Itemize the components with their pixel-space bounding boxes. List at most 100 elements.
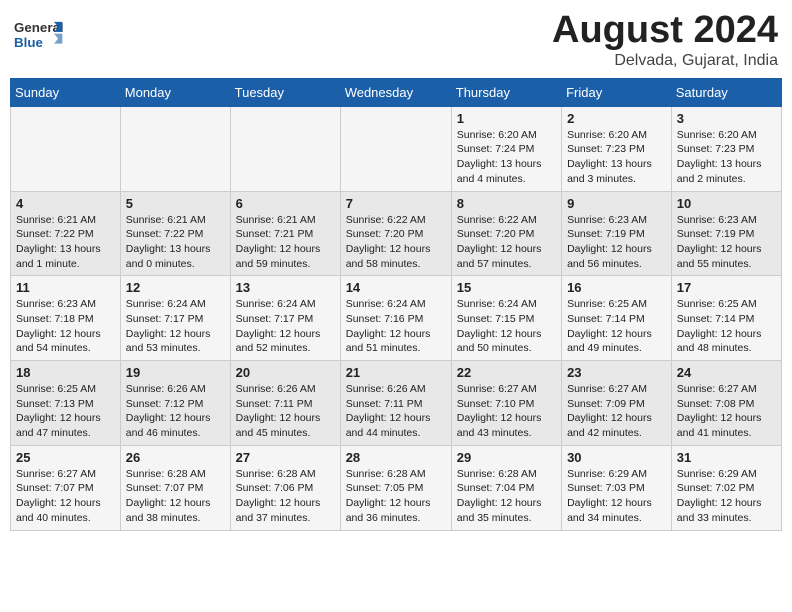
day-number: 24 <box>677 365 776 380</box>
weekday-header-thursday: Thursday <box>451 78 561 106</box>
calendar-day-cell: 5Sunrise: 6:21 AMSunset: 7:22 PMDaylight… <box>120 191 230 276</box>
day-info: Sunrise: 6:25 AMSunset: 7:14 PMDaylight:… <box>567 297 666 356</box>
day-number: 6 <box>236 196 335 211</box>
day-info: Sunrise: 6:23 AMSunset: 7:19 PMDaylight:… <box>567 213 666 272</box>
day-number: 21 <box>346 365 446 380</box>
empty-day-cell <box>340 106 451 191</box>
day-info: Sunrise: 6:26 AMSunset: 7:11 PMDaylight:… <box>236 382 335 441</box>
calendar-day-cell: 7Sunrise: 6:22 AMSunset: 7:20 PMDaylight… <box>340 191 451 276</box>
day-number: 18 <box>16 365 115 380</box>
day-number: 12 <box>126 280 225 295</box>
day-number: 15 <box>457 280 556 295</box>
day-info: Sunrise: 6:20 AMSunset: 7:23 PMDaylight:… <box>567 128 666 187</box>
day-number: 2 <box>567 111 666 126</box>
day-number: 25 <box>16 450 115 465</box>
calendar-day-cell: 9Sunrise: 6:23 AMSunset: 7:19 PMDaylight… <box>562 191 672 276</box>
day-number: 8 <box>457 196 556 211</box>
day-info: Sunrise: 6:24 AMSunset: 7:17 PMDaylight:… <box>236 297 335 356</box>
weekday-header-tuesday: Tuesday <box>230 78 340 106</box>
location: Delvada, Gujarat, India <box>552 52 778 70</box>
title-block: August 2024 Delvada, Gujarat, India <box>552 10 778 70</box>
empty-day-cell <box>11 106 121 191</box>
weekday-header-monday: Monday <box>120 78 230 106</box>
day-number: 1 <box>457 111 556 126</box>
day-info: Sunrise: 6:28 AMSunset: 7:06 PMDaylight:… <box>236 467 335 526</box>
day-info: Sunrise: 6:21 AMSunset: 7:22 PMDaylight:… <box>16 213 115 272</box>
calendar-week-row: 4 Sunrise: 6:21 AMSunset: 7:22 PMDaylight… <box>11 191 782 276</box>
day-info: Sunrise: 6:27 AMSunset: 7:09 PMDaylight:… <box>567 382 666 441</box>
day-number: 20 <box>236 365 335 380</box>
weekday-header-wednesday: Wednesday <box>340 78 451 106</box>
day-info: Sunrise: 6:27 AMSunset: 7:08 PMDaylight:… <box>677 382 776 441</box>
day-info: Sunrise: 6:25 AMSunset: 7:14 PMDaylight:… <box>677 297 776 356</box>
calendar-day-cell: 17 Sunrise: 6:25 AMSunset: 7:14 PMDayligh… <box>671 276 781 361</box>
day-info: Sunrise: 6:20 AMSunset: 7:24 PMDaylight:… <box>457 128 556 187</box>
calendar-day-cell: 20 Sunrise: 6:26 AMSunset: 7:11 PMDayligh… <box>230 361 340 446</box>
day-info: Sunrise: 6:26 AMSunset: 7:12 PMDaylight:… <box>126 382 225 441</box>
calendar-day-cell: 25 Sunrise: 6:27 AMSunset: 7:07 PMDayligh… <box>11 445 121 530</box>
day-info: Sunrise: 6:24 AMSunset: 7:17 PMDaylight:… <box>126 297 225 356</box>
day-info: Sunrise: 6:22 AMSunset: 7:20 PMDaylight:… <box>457 213 556 272</box>
day-number: 23 <box>567 365 666 380</box>
calendar-day-cell: 12 Sunrise: 6:24 AMSunset: 7:17 PMDayligh… <box>120 276 230 361</box>
day-info: Sunrise: 6:21 AMSunset: 7:21 PMDaylight:… <box>236 213 335 272</box>
calendar-day-cell: 29 Sunrise: 6:28 AMSunset: 7:04 PMDayligh… <box>451 445 561 530</box>
day-info: Sunrise: 6:23 AMSunset: 7:18 PMDaylight:… <box>16 297 115 356</box>
empty-day-cell <box>120 106 230 191</box>
day-info: Sunrise: 6:29 AMSunset: 7:03 PMDaylight:… <box>567 467 666 526</box>
logo-icon: General Blue <box>14 14 64 54</box>
calendar-week-row: 25 Sunrise: 6:27 AMSunset: 7:07 PMDayligh… <box>11 445 782 530</box>
day-info: Sunrise: 6:24 AMSunset: 7:15 PMDaylight:… <box>457 297 556 356</box>
calendar-week-row: 18Sunrise: 6:25 AMSunset: 7:13 PMDayligh… <box>11 361 782 446</box>
calendar-day-cell: 18Sunrise: 6:25 AMSunset: 7:13 PMDayligh… <box>11 361 121 446</box>
day-number: 29 <box>457 450 556 465</box>
day-info: Sunrise: 6:29 AMSunset: 7:02 PMDaylight:… <box>677 467 776 526</box>
calendar-day-cell: 27 Sunrise: 6:28 AMSunset: 7:06 PMDayligh… <box>230 445 340 530</box>
day-number: 17 <box>677 280 776 295</box>
calendar-day-cell: 13 Sunrise: 6:24 AMSunset: 7:17 PMDayligh… <box>230 276 340 361</box>
weekday-header-saturday: Saturday <box>671 78 781 106</box>
day-number: 10 <box>677 196 776 211</box>
calendar-day-cell: 30Sunrise: 6:29 AMSunset: 7:03 PMDayligh… <box>562 445 672 530</box>
calendar-day-cell: 11 Sunrise: 6:23 AMSunset: 7:18 PMDayligh… <box>11 276 121 361</box>
day-number: 4 <box>16 196 115 211</box>
day-number: 27 <box>236 450 335 465</box>
day-number: 22 <box>457 365 556 380</box>
day-info: Sunrise: 6:20 AMSunset: 7:23 PMDaylight:… <box>677 128 776 187</box>
calendar-week-row: 11 Sunrise: 6:23 AMSunset: 7:18 PMDayligh… <box>11 276 782 361</box>
calendar-day-cell: 15 Sunrise: 6:24 AMSunset: 7:15 PMDayligh… <box>451 276 561 361</box>
day-info: Sunrise: 6:24 AMSunset: 7:16 PMDaylight:… <box>346 297 446 356</box>
day-number: 11 <box>16 280 115 295</box>
day-info: Sunrise: 6:27 AMSunset: 7:07 PMDaylight:… <box>16 467 115 526</box>
page-header: General Blue August 2024 Delvada, Gujara… <box>10 10 782 70</box>
calendar-day-cell: 6 Sunrise: 6:21 AMSunset: 7:21 PMDaylight… <box>230 191 340 276</box>
day-number: 13 <box>236 280 335 295</box>
day-info: Sunrise: 6:26 AMSunset: 7:11 PMDaylight:… <box>346 382 446 441</box>
day-info: Sunrise: 6:23 AMSunset: 7:19 PMDaylight:… <box>677 213 776 272</box>
month-title: August 2024 <box>552 10 778 52</box>
day-info: Sunrise: 6:28 AMSunset: 7:04 PMDaylight:… <box>457 467 556 526</box>
svg-text:Blue: Blue <box>14 35 43 50</box>
day-number: 5 <box>126 196 225 211</box>
day-number: 31 <box>677 450 776 465</box>
calendar-day-cell: 8 Sunrise: 6:22 AMSunset: 7:20 PMDaylight… <box>451 191 561 276</box>
day-number: 3 <box>677 111 776 126</box>
day-number: 19 <box>126 365 225 380</box>
day-info: Sunrise: 6:22 AMSunset: 7:20 PMDaylight:… <box>346 213 446 272</box>
day-info: Sunrise: 6:28 AMSunset: 7:07 PMDaylight:… <box>126 467 225 526</box>
day-info: Sunrise: 6:27 AMSunset: 7:10 PMDaylight:… <box>457 382 556 441</box>
calendar-day-cell: 14 Sunrise: 6:24 AMSunset: 7:16 PMDayligh… <box>340 276 451 361</box>
day-number: 16 <box>567 280 666 295</box>
calendar-day-cell: 19 Sunrise: 6:26 AMSunset: 7:12 PMDayligh… <box>120 361 230 446</box>
calendar-day-cell: 16 Sunrise: 6:25 AMSunset: 7:14 PMDayligh… <box>562 276 672 361</box>
calendar-day-cell: 2 Sunrise: 6:20 AMSunset: 7:23 PMDaylight… <box>562 106 672 191</box>
calendar-day-cell: 10 Sunrise: 6:23 AMSunset: 7:19 PMDayligh… <box>671 191 781 276</box>
calendar-day-cell: 4 Sunrise: 6:21 AMSunset: 7:22 PMDaylight… <box>11 191 121 276</box>
day-number: 14 <box>346 280 446 295</box>
calendar-day-cell: 26 Sunrise: 6:28 AMSunset: 7:07 PMDayligh… <box>120 445 230 530</box>
calendar-day-cell: 1 Sunrise: 6:20 AMSunset: 7:24 PMDaylight… <box>451 106 561 191</box>
calendar-day-cell: 24 Sunrise: 6:27 AMSunset: 7:08 PMDayligh… <box>671 361 781 446</box>
day-number: 26 <box>126 450 225 465</box>
weekday-header-row: SundayMondayTuesdayWednesdayThursdayFrid… <box>11 78 782 106</box>
calendar-week-row: 1 Sunrise: 6:20 AMSunset: 7:24 PMDaylight… <box>11 106 782 191</box>
